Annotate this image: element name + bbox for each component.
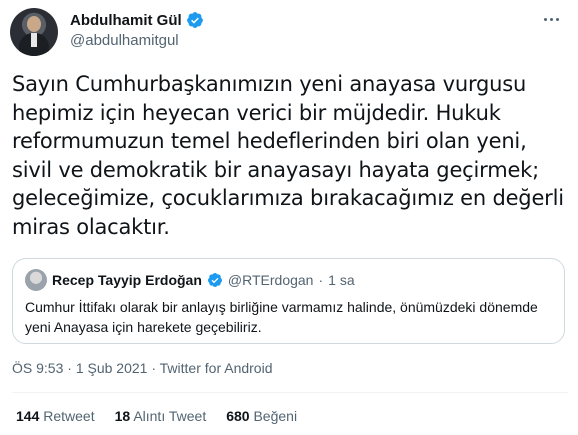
quoted-tweet-header: Recep Tayyip Erdoğan @RTErdogan · 1 sa xyxy=(25,269,355,291)
quoted-verified-badge-icon xyxy=(207,273,222,287)
quoted-separator: · xyxy=(318,272,324,288)
meta-separator-1: · xyxy=(67,360,72,376)
more-options-icon[interactable] xyxy=(544,14,564,24)
quotes-stat[interactable]: 18 Alıntı Tweet xyxy=(115,408,207,424)
quotes-count: 18 xyxy=(114,408,131,424)
tweet-text: Sayın Cumhurbaşkanımızın yeni anayasa vu… xyxy=(12,72,564,239)
quoted-tweet[interactable]: Recep Tayyip Erdoğan @RTErdogan · 1 sa C… xyxy=(12,258,565,344)
tweet-source: Twitter for Android xyxy=(159,360,273,376)
quoted-tweet-text: Cumhur İttifakı olarak bir anlayış birli… xyxy=(25,299,538,335)
divider xyxy=(12,392,568,393)
tweet-time[interactable]: ÖS 9:53 xyxy=(12,360,63,376)
quoted-author-handle: @RTErdogan xyxy=(227,272,314,288)
likes-count: 680 xyxy=(226,408,250,424)
tweet-meta: ÖS 9:53 · 1 Şub 2021 · Twitter for Andro… xyxy=(12,360,272,376)
retweets-label: Retweet xyxy=(43,408,95,424)
tweet-date[interactable]: 1 Şub 2021 xyxy=(76,360,148,376)
retweets-stat[interactable]: 144 Retweet xyxy=(16,408,95,424)
author-name[interactable]: Abdulhamit Gül xyxy=(70,12,182,29)
quoted-author-avatar xyxy=(25,269,47,291)
author-avatar[interactable] xyxy=(10,8,58,56)
likes-stat[interactable]: 680 Beğeni xyxy=(226,408,297,424)
verified-badge-icon xyxy=(186,12,203,28)
meta-separator-2: · xyxy=(151,360,157,376)
tweet-header: Abdulhamit Gül @abdulhamitgul xyxy=(10,8,570,58)
likes-label: Beğeni xyxy=(253,408,298,424)
retweets-count: 144 xyxy=(16,408,40,424)
quoted-author-name: Recep Tayyip Erdoğan xyxy=(52,272,202,288)
author-handle[interactable]: @abdulhamitgul xyxy=(70,32,179,49)
quotes-label: Alıntı Tweet xyxy=(133,408,207,424)
tweet-stats: 144 Retweet 18 Alıntı Tweet 680 Beğeni xyxy=(16,408,297,424)
author-name-row: Abdulhamit Gül xyxy=(70,11,204,29)
quoted-time: 1 sa xyxy=(328,272,355,288)
